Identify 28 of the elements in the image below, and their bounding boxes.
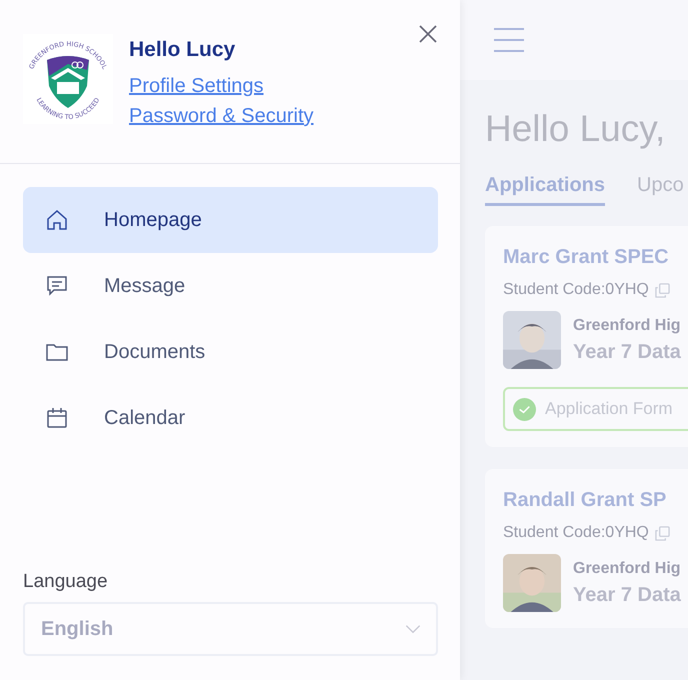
profile-link[interactable]: Profile Settings bbox=[129, 71, 314, 101]
close-icon[interactable] bbox=[418, 24, 438, 44]
student-name[interactable]: Marc Grant SPEC bbox=[503, 246, 688, 269]
nav-item[interactable]: Calendar bbox=[23, 385, 438, 451]
year-group: Year 7 Data bbox=[573, 340, 681, 364]
language-label: Language bbox=[23, 571, 109, 593]
nav-item[interactable]: Homepage bbox=[23, 187, 438, 253]
year-group: Year 7 Data bbox=[573, 584, 681, 606]
copy-icon[interactable] bbox=[654, 282, 670, 298]
greeting: Hello Lucy bbox=[129, 38, 236, 62]
school-name: Greenford Hig bbox=[573, 316, 681, 334]
profile-link[interactable]: Password & Security bbox=[129, 101, 314, 131]
page-heading: Hello Lucy, bbox=[485, 108, 666, 150]
language-select[interactable]: English bbox=[23, 602, 438, 656]
school-name: Greenford Hig bbox=[573, 560, 681, 578]
home-icon bbox=[45, 208, 69, 232]
student-name[interactable]: Randall Grant SP bbox=[503, 489, 688, 512]
copy-icon[interactable] bbox=[654, 526, 670, 540]
tab[interactable]: Applications bbox=[485, 174, 606, 206]
message-icon bbox=[45, 274, 69, 298]
student-code: Student Code:0YHQ bbox=[503, 281, 649, 299]
student-code: Student Code:0YHQ bbox=[503, 524, 649, 542]
check-icon bbox=[513, 398, 536, 420]
calendar-icon bbox=[45, 406, 69, 430]
menu-icon[interactable] bbox=[493, 27, 525, 53]
chevron-down-icon bbox=[404, 624, 422, 634]
nav-item[interactable]: Documents bbox=[23, 319, 438, 385]
nav-item[interactable]: Message bbox=[23, 253, 438, 319]
